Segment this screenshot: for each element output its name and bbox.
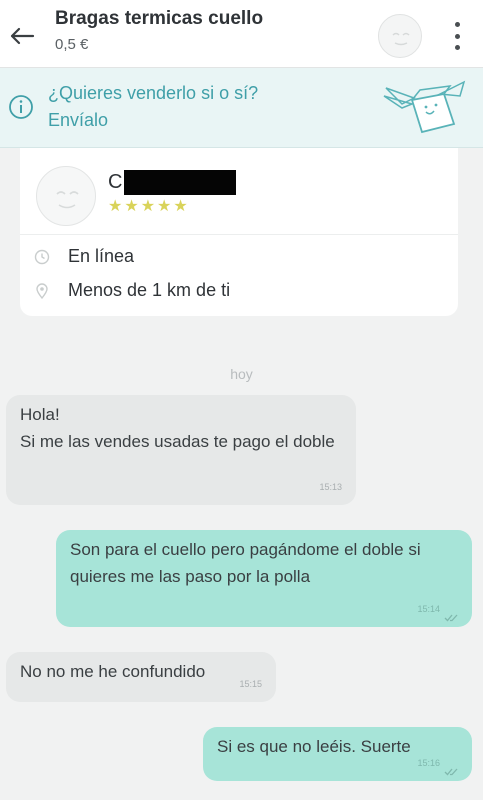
ship-it-text[interactable]: ¿Quieres venderlo si o sí? Envíalo [48,80,298,134]
seller-name-initial: C [108,171,123,193]
seller-name[interactable]: C [108,170,237,195]
location-pin-icon [36,282,48,299]
seller-rating: ★★★★★ [108,198,190,215]
arrow-left-icon [10,27,35,45]
message-incoming[interactable]: Hola! Si me las vendes usadas te pago el… [6,395,356,505]
product-price: 0,5 € [55,36,89,53]
avatar-placeholder-icon [56,191,79,209]
date-separator: hoy [230,366,253,382]
message-text: No no me he confundido [20,662,206,681]
seller-distance: Menos de 1 km de ti [68,280,231,300]
message-time: 15:15 [239,679,262,689]
chat-header: Bragas termicas cuello 0,5 € [0,0,483,68]
avatar-placeholder-icon [392,32,410,46]
seller-avatar[interactable] [36,166,96,226]
message-incoming[interactable]: No no me he confundido 15:15 [6,652,276,702]
message-outgoing[interactable]: Si es que no leéis. Suerte 15:16 [203,727,472,781]
message-text: Hola! Si me las vendes usadas te pago el… [20,405,335,451]
message-outgoing[interactable]: Son para el cuello pero pagándome el dob… [56,530,472,627]
double-check-icon [444,768,458,776]
more-dot-icon [454,22,460,27]
back-button[interactable] [6,20,38,52]
distance-row: Menos de 1 km de ti [34,280,230,301]
product-thumbnail[interactable] [378,14,422,58]
online-status: En línea [68,246,135,266]
redaction-bar [124,170,237,195]
card-divider [20,234,458,235]
more-dot-icon [454,33,460,39]
message-time: 15:16 [417,758,440,768]
message-time: 15:13 [319,482,342,492]
double-check-icon [444,614,458,622]
winged-box-icon [383,80,466,134]
message-text: Son para el cuello pero pagándome el dob… [70,540,421,586]
more-dot-icon [454,45,460,50]
online-status-row: En línea [34,246,134,267]
clock-icon [34,249,50,264]
product-title[interactable]: Bragas termicas cuello [55,8,263,30]
more-options-button[interactable] [446,18,468,54]
message-time: 15:14 [417,604,440,614]
seller-card[interactable]: C ★★★★★ En línea Menos de 1 km de ti [20,148,458,316]
ship-it-banner[interactable]: ¿Quieres venderlo si o sí? Envíalo [0,68,483,148]
info-icon [9,95,33,119]
